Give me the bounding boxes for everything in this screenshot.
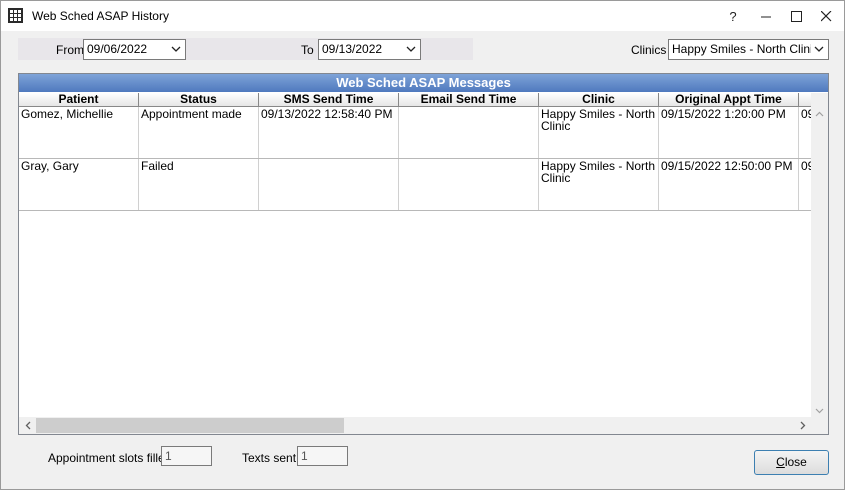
column-header-status[interactable]: Status <box>139 93 259 107</box>
asap-messages-grid: Web Sched ASAP Messages Patient Status S… <box>18 73 829 435</box>
slots-filled-label: Appointment slots filled <box>48 451 172 465</box>
window-title: Web Sched ASAP History <box>32 9 169 23</box>
horizontal-scrollbar[interactable] <box>19 417 811 434</box>
cell-original-appt-time: 09/15/2022 1:20:00 PM <box>659 107 799 158</box>
title-bar: Web Sched ASAP History ? <box>1 1 844 31</box>
clinics-select[interactable]: Happy Smiles - North Clinic <box>668 39 829 60</box>
grid-title: Web Sched ASAP Messages <box>19 74 828 92</box>
cell-patient: Gomez, Michellie <box>19 107 139 158</box>
clinics-value: Happy Smiles - North Clinic <box>672 42 819 56</box>
close-window-button[interactable] <box>810 1 842 31</box>
column-header-overflow[interactable] <box>799 93 811 107</box>
from-label: From <box>56 43 84 57</box>
column-header-clinic[interactable]: Clinic <box>539 93 659 107</box>
column-header-sms-send-time[interactable]: SMS Send Time <box>259 93 399 107</box>
grid-body: Gomez, Michellie Appointment made 09/13/… <box>19 107 811 418</box>
scrollbar-corner <box>811 417 828 434</box>
cell-email-send-time <box>399 107 539 158</box>
clinics-label: Clinics <box>631 43 667 57</box>
to-date-value: 09/13/2022 <box>322 42 383 56</box>
slots-filled-field[interactable]: 1 <box>161 446 212 466</box>
to-label: To <box>301 43 314 57</box>
column-header-patient[interactable]: Patient <box>19 93 139 107</box>
cell-status: Appointment made <box>139 107 259 158</box>
cell-overflow: 09 <box>801 159 811 173</box>
minimize-icon <box>760 16 771 17</box>
close-button-label: lose <box>784 455 807 469</box>
texts-sent-field[interactable]: 1 <box>297 446 348 466</box>
vertical-scrollbar[interactable] <box>811 93 828 418</box>
scroll-down-icon[interactable] <box>811 404 828 418</box>
to-date-picker[interactable]: 09/13/2022 <box>318 39 421 60</box>
close-button[interactable]: Close <box>754 450 829 475</box>
cell-sms-send-time <box>259 159 399 210</box>
column-header-email-send-time[interactable]: Email Send Time <box>399 93 539 107</box>
app-grid-icon <box>8 8 23 23</box>
chevron-down-icon <box>811 41 825 57</box>
maximize-button[interactable] <box>780 1 812 31</box>
scroll-left-icon[interactable] <box>19 417 36 434</box>
cell-clinic: Happy Smiles - North Clinic <box>539 107 659 158</box>
close-button-mnemonic: C <box>776 455 785 469</box>
texts-sent-label: Texts sent <box>242 451 297 465</box>
from-date-picker[interactable]: 09/06/2022 <box>83 39 186 60</box>
column-header-original-appt-time[interactable]: Original Appt Time <box>659 93 799 107</box>
web-sched-asap-history-window: Web Sched ASAP History ? From 09/06/2022… <box>0 0 845 490</box>
cell-status: Failed <box>139 159 259 210</box>
table-row[interactable]: Gray, Gary Failed Happy Smiles - North C… <box>19 159 811 211</box>
minimize-button[interactable] <box>750 1 782 31</box>
from-date-value: 09/06/2022 <box>87 42 148 56</box>
close-icon <box>820 10 831 21</box>
chevron-down-icon <box>405 41 417 57</box>
help-button[interactable]: ? <box>717 1 749 31</box>
maximize-icon <box>790 10 802 22</box>
grid-header: Patient Status SMS Send Time Email Send … <box>19 93 811 107</box>
chevron-down-icon <box>170 41 182 57</box>
cell-original-appt-time: 09/15/2022 12:50:00 PM <box>659 159 799 210</box>
horizontal-scroll-thumb[interactable] <box>36 418 344 433</box>
cell-clinic: Happy Smiles - North Clinic <box>539 159 659 210</box>
cell-email-send-time <box>399 159 539 210</box>
scroll-right-icon[interactable] <box>794 417 811 434</box>
cell-overflow: 09 <box>801 107 811 121</box>
cell-sms-send-time: 09/13/2022 12:58:40 PM <box>259 107 399 158</box>
table-row[interactable]: Gomez, Michellie Appointment made 09/13/… <box>19 107 811 159</box>
scroll-up-icon[interactable] <box>811 107 828 121</box>
cell-patient: Gray, Gary <box>19 159 139 210</box>
